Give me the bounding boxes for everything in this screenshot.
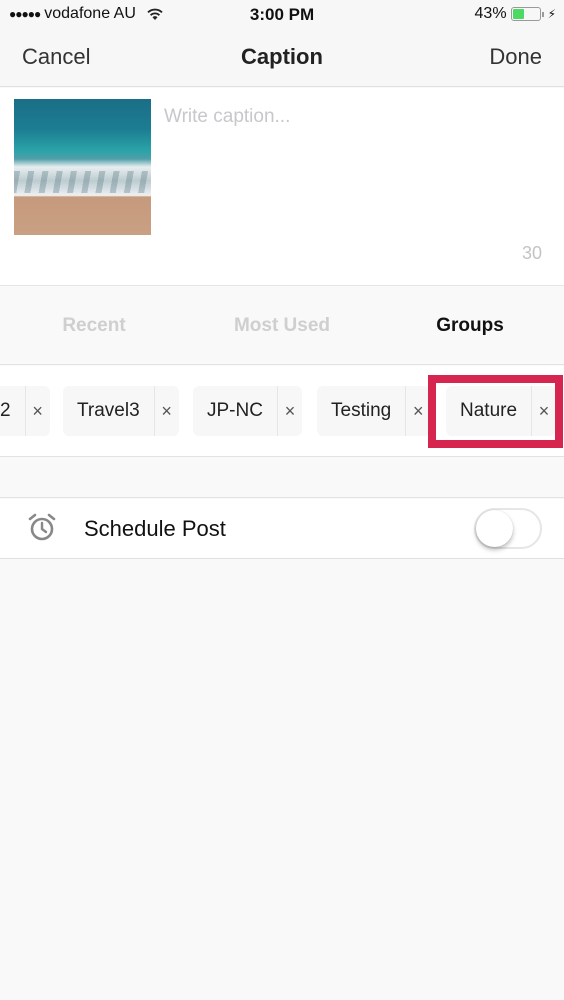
remove-chip-icon[interactable]: × — [155, 386, 179, 436]
caption-section: 30 — [0, 88, 564, 286]
battery-tip — [541, 11, 544, 17]
status-right: 43% ⚡ — [475, 5, 556, 23]
group-chip-label[interactable]: JP-NC — [193, 386, 278, 436]
group-chips-row[interactable]: 2 × Travel3 × JP-NC × Testing × Nature × — [0, 366, 564, 457]
hashtag-tabs: Recent Most Used Groups — [0, 287, 564, 365]
toggle-knob[interactable] — [476, 510, 513, 547]
character-count: 30 — [521, 243, 542, 263]
tab-most-used[interactable]: Most Used — [188, 287, 376, 364]
group-chip-label[interactable]: Nature — [446, 386, 533, 436]
group-chip-nature[interactable]: Nature × — [446, 386, 557, 436]
group-chip-label[interactable]: Testing — [317, 386, 407, 436]
remove-chip-icon[interactable]: × — [406, 386, 430, 436]
tab-groups[interactable]: Groups — [376, 287, 564, 364]
schedule-post-row: Schedule Post — [0, 499, 564, 559]
tab-recent[interactable]: Recent — [0, 287, 188, 364]
group-chip-label[interactable]: 2 — [0, 386, 26, 436]
group-chip[interactable]: 2 × — [0, 386, 50, 436]
empty-content-area — [0, 560, 564, 1000]
page-title: Caption — [241, 44, 323, 69]
battery-percent: 43% — [474, 5, 507, 22]
status-bar: ●●●●● vodafone AU 3:00 PM 43% ⚡ — [0, 0, 564, 30]
done-button[interactable]: Done — [489, 44, 542, 70]
remove-chip-icon[interactable]: × — [278, 386, 302, 436]
group-chip[interactable]: Travel3 × — [63, 386, 179, 436]
group-chip-label[interactable]: Travel3 — [63, 386, 155, 436]
photo-thumbnail[interactable] — [14, 99, 151, 235]
schedule-post-toggle[interactable] — [474, 508, 542, 549]
navigation-bar: Cancel Caption Done — [0, 30, 564, 87]
battery-level-fill — [512, 9, 524, 19]
remove-chip-icon[interactable]: × — [532, 386, 556, 436]
alarm-clock-icon — [28, 513, 56, 541]
charging-icon: ⚡ — [547, 7, 556, 21]
group-chip[interactable]: Testing × — [317, 386, 431, 436]
remove-chip-icon[interactable]: × — [26, 386, 50, 436]
section-spacer — [0, 458, 564, 498]
schedule-post-label: Schedule Post — [84, 516, 226, 541]
group-chip[interactable]: JP-NC × — [193, 386, 302, 436]
battery-icon — [510, 7, 541, 21]
caption-input[interactable] — [164, 106, 544, 236]
